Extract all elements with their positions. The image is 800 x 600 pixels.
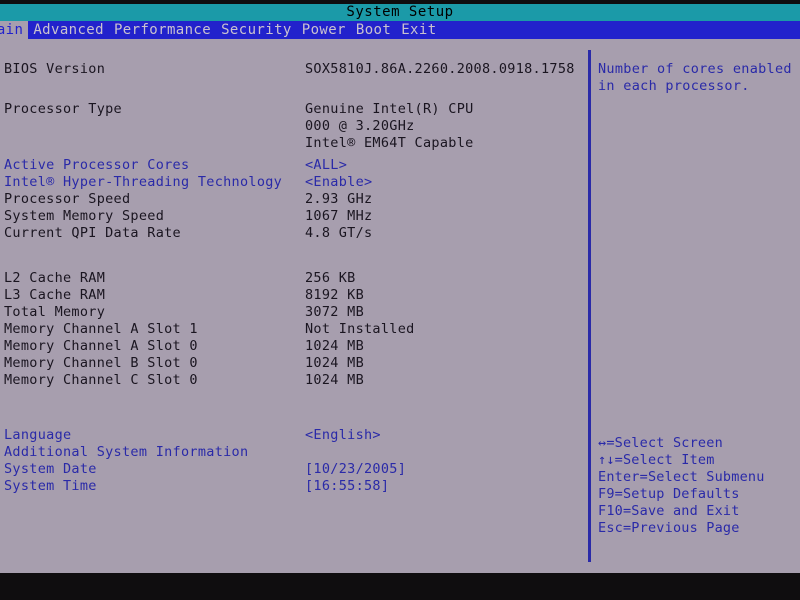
setting-label: Additional System Information bbox=[4, 444, 249, 460]
setting-label: Memory Channel A Slot 0 bbox=[4, 338, 198, 354]
setting-label: Language bbox=[4, 427, 72, 443]
menu-tab-main[interactable]: Main bbox=[0, 21, 29, 39]
setting-value: 8192 KB bbox=[305, 287, 364, 303]
setting-label: Current QPI Data Rate bbox=[4, 225, 181, 241]
screen-bottom-border bbox=[0, 573, 800, 600]
setting-row: L2 Cache RAM 256 KB bbox=[0, 270, 588, 287]
setting-value[interactable]: <English> bbox=[305, 427, 381, 444]
setting-row: Memory Channel B Slot 0 1024 MB bbox=[0, 355, 588, 372]
legend-item: F10=Save and Exit bbox=[598, 503, 740, 519]
setting-label: System Memory Speed bbox=[4, 208, 165, 224]
legend-item: Esc=Previous Page bbox=[598, 520, 740, 536]
setting-value[interactable]: <ALL> bbox=[305, 157, 347, 174]
setting-value-continuation: Intel® EM64T Capable bbox=[305, 135, 474, 151]
setting-value: 4.8 GT/s bbox=[305, 225, 373, 241]
setting-value: 256 KB bbox=[305, 270, 356, 286]
setting-value: 1024 MB bbox=[305, 338, 364, 354]
settings-list[interactable]: BIOS Version SOX5810J.86A.2260.2008.0918.… bbox=[0, 39, 588, 573]
menu-tab-advanced[interactable]: Advanced bbox=[28, 21, 109, 39]
setting-value-continuation: 000 @ 3.20GHz bbox=[305, 118, 415, 134]
menu-tab-security[interactable]: Security bbox=[216, 21, 297, 39]
setting-row: System Memory Speed 1067 MHz bbox=[0, 208, 588, 225]
setting-label: Active Processor Cores bbox=[4, 157, 190, 173]
legend-item: ↔=Select Screen bbox=[598, 435, 723, 451]
setting-row[interactable]: Active Processor Cores <ALL> bbox=[0, 157, 588, 174]
setting-value: 1067 MHz bbox=[305, 208, 373, 224]
menu-tab-performance[interactable]: Performance bbox=[109, 21, 216, 39]
window-title-bar: System Setup bbox=[0, 4, 800, 21]
help-line: Number of cores enabled bbox=[598, 61, 792, 77]
page-title: System Setup bbox=[346, 4, 454, 20]
setting-value: SOX5810J.86A.2260.2008.0918.1758 bbox=[305, 61, 575, 77]
setting-row: Memory Channel A Slot 0 1024 MB bbox=[0, 338, 588, 355]
setting-label: Total Memory bbox=[4, 304, 106, 320]
setting-row[interactable]: Intel® Hyper-Threading Technology <Enable… bbox=[0, 174, 588, 191]
setting-row: L3 Cache RAM 8192 KB bbox=[0, 287, 588, 304]
pane-divider bbox=[588, 50, 591, 562]
setting-value: 1024 MB bbox=[305, 355, 364, 371]
setting-row: Processor Type Genuine Intel(R) CPU bbox=[0, 101, 588, 118]
setting-label: L2 Cache RAM bbox=[4, 270, 106, 286]
setting-row[interactable]: Language <English> bbox=[0, 427, 588, 444]
setting-value: 1024 MB bbox=[305, 372, 364, 388]
menu-tab-list[interactable]: MainAdvancedPerformanceSecurityPowerBoot… bbox=[0, 21, 442, 39]
legend-item: F9=Setup Defaults bbox=[598, 486, 740, 502]
setting-label: L3 Cache RAM bbox=[4, 287, 106, 303]
help-panel: Number of cores enabled in each processor… bbox=[598, 61, 796, 95]
key-legend: ↔=Select Screen ↑↓=Select Item Enter=Selec… bbox=[598, 435, 798, 537]
setting-row: Processor Speed 2.93 GHz bbox=[0, 191, 588, 208]
menu-tab-boot[interactable]: Boot bbox=[351, 21, 396, 39]
setting-label: Memory Channel C Slot 0 bbox=[4, 372, 198, 388]
setting-value[interactable]: [16:55:58] bbox=[305, 478, 389, 495]
setting-row: Total Memory 3072 MB bbox=[0, 304, 588, 321]
legend-item: ↑↓=Select Item bbox=[598, 452, 715, 468]
help-line: in each processor. bbox=[598, 78, 750, 94]
setting-label: Processor Type bbox=[4, 101, 122, 117]
setting-label: System Date bbox=[4, 461, 97, 477]
setting-label: BIOS Version bbox=[4, 61, 106, 77]
setting-label: System Time bbox=[4, 478, 97, 494]
setting-row[interactable]: System Time [16:55:58] bbox=[0, 478, 588, 495]
setting-value: 2.93 GHz bbox=[305, 191, 373, 207]
setting-label: Intel® Hyper-Threading Technology bbox=[4, 174, 283, 190]
setting-value: 3072 MB bbox=[305, 304, 364, 320]
setting-label: Memory Channel B Slot 0 bbox=[4, 355, 198, 371]
setting-row[interactable]: Additional System Information bbox=[0, 444, 588, 461]
setting-row: Current QPI Data Rate 4.8 GT/s bbox=[0, 225, 588, 242]
setting-label: Processor Speed bbox=[4, 191, 131, 207]
setting-row: Memory Channel C Slot 0 1024 MB bbox=[0, 372, 588, 389]
setting-value: Genuine Intel(R) CPU bbox=[305, 101, 474, 117]
setting-row[interactable]: System Date [10/23/2005] bbox=[0, 461, 588, 478]
setting-value: Not Installed bbox=[305, 321, 415, 337]
setting-value[interactable]: <Enable> bbox=[305, 174, 372, 191]
legend-item: Enter=Select Submenu bbox=[598, 469, 765, 485]
setting-label: Memory Channel A Slot 1 bbox=[4, 321, 198, 337]
menu-tab-power[interactable]: Power bbox=[297, 21, 351, 39]
setting-row: Memory Channel A Slot 1 Not Installed bbox=[0, 321, 588, 338]
bios-setup-screen: System Setup MainAdvancedPerformanceSecu… bbox=[0, 0, 800, 600]
setting-row: BIOS Version SOX5810J.86A.2260.2008.0918.… bbox=[0, 61, 588, 78]
setting-value[interactable]: [10/23/2005] bbox=[305, 461, 406, 478]
menu-tab-exit[interactable]: Exit bbox=[396, 21, 441, 39]
content-area: BIOS Version SOX5810J.86A.2260.2008.0918.… bbox=[0, 39, 800, 573]
